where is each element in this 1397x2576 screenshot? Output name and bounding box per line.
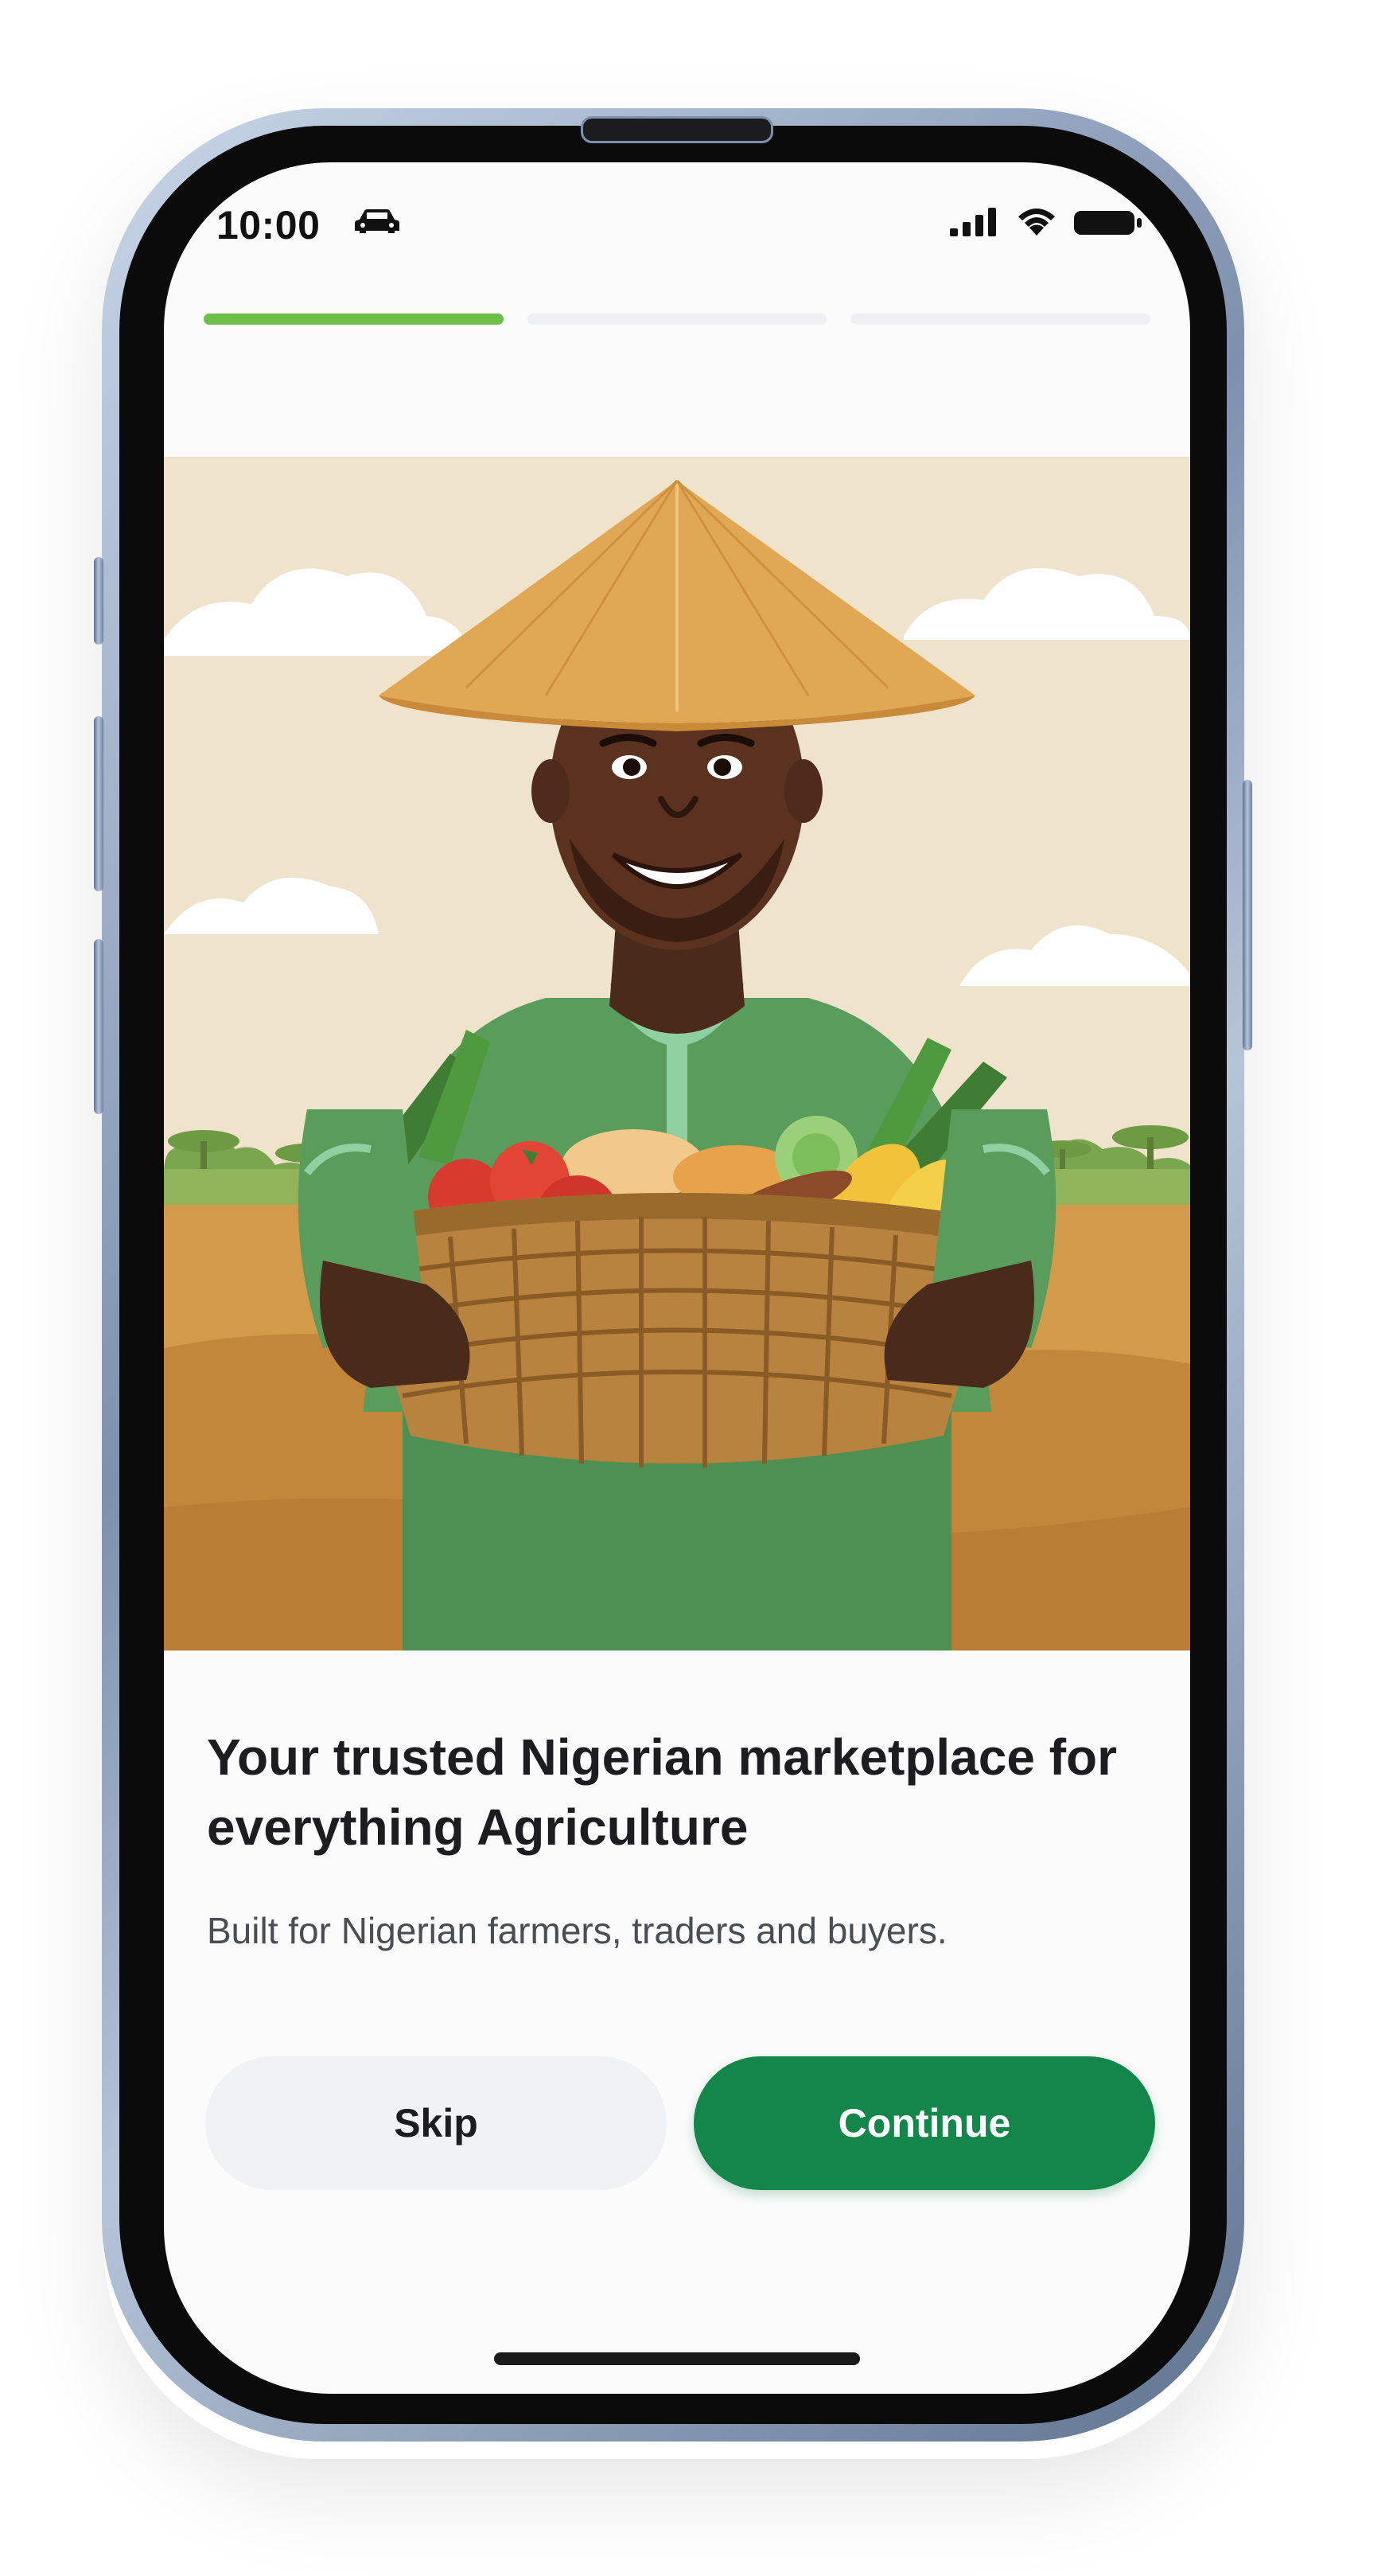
onboarding-progress xyxy=(204,314,1151,325)
silent-switch xyxy=(94,557,103,645)
app-screen: 10:00 Your trusted Nigerian marketplace … xyxy=(164,162,1190,2394)
onboarding-subtext: Built for Nigerian farmers, traders and … xyxy=(207,1910,948,1951)
progress-step-2 xyxy=(527,314,827,325)
home-indicator[interactable] xyxy=(494,2352,860,2365)
battery-icon xyxy=(1074,211,1142,235)
speaker-slot xyxy=(581,116,773,143)
car-icon xyxy=(355,209,399,233)
volume-down-button xyxy=(94,939,103,1114)
device-mockup: 10:00 Your trusted Nigerian marketplace … xyxy=(0,0,1397,2576)
progress-step-1 xyxy=(204,314,504,325)
power-button xyxy=(1243,780,1252,1050)
farmer-illustration xyxy=(164,457,1190,1650)
skip-button[interactable]: Skip xyxy=(205,2056,667,2190)
volume-up-button xyxy=(94,716,103,891)
status-indicators xyxy=(950,207,1142,237)
continue-button[interactable]: Continue xyxy=(694,2056,1155,2190)
wifi-icon xyxy=(1018,208,1055,236)
progress-step-3 xyxy=(850,314,1151,325)
cellular-signal-icon xyxy=(950,208,996,236)
onboarding-headline: Your trusted Nigerian marketplace for ev… xyxy=(207,1728,1117,1856)
status-time: 10:00 xyxy=(216,203,321,247)
